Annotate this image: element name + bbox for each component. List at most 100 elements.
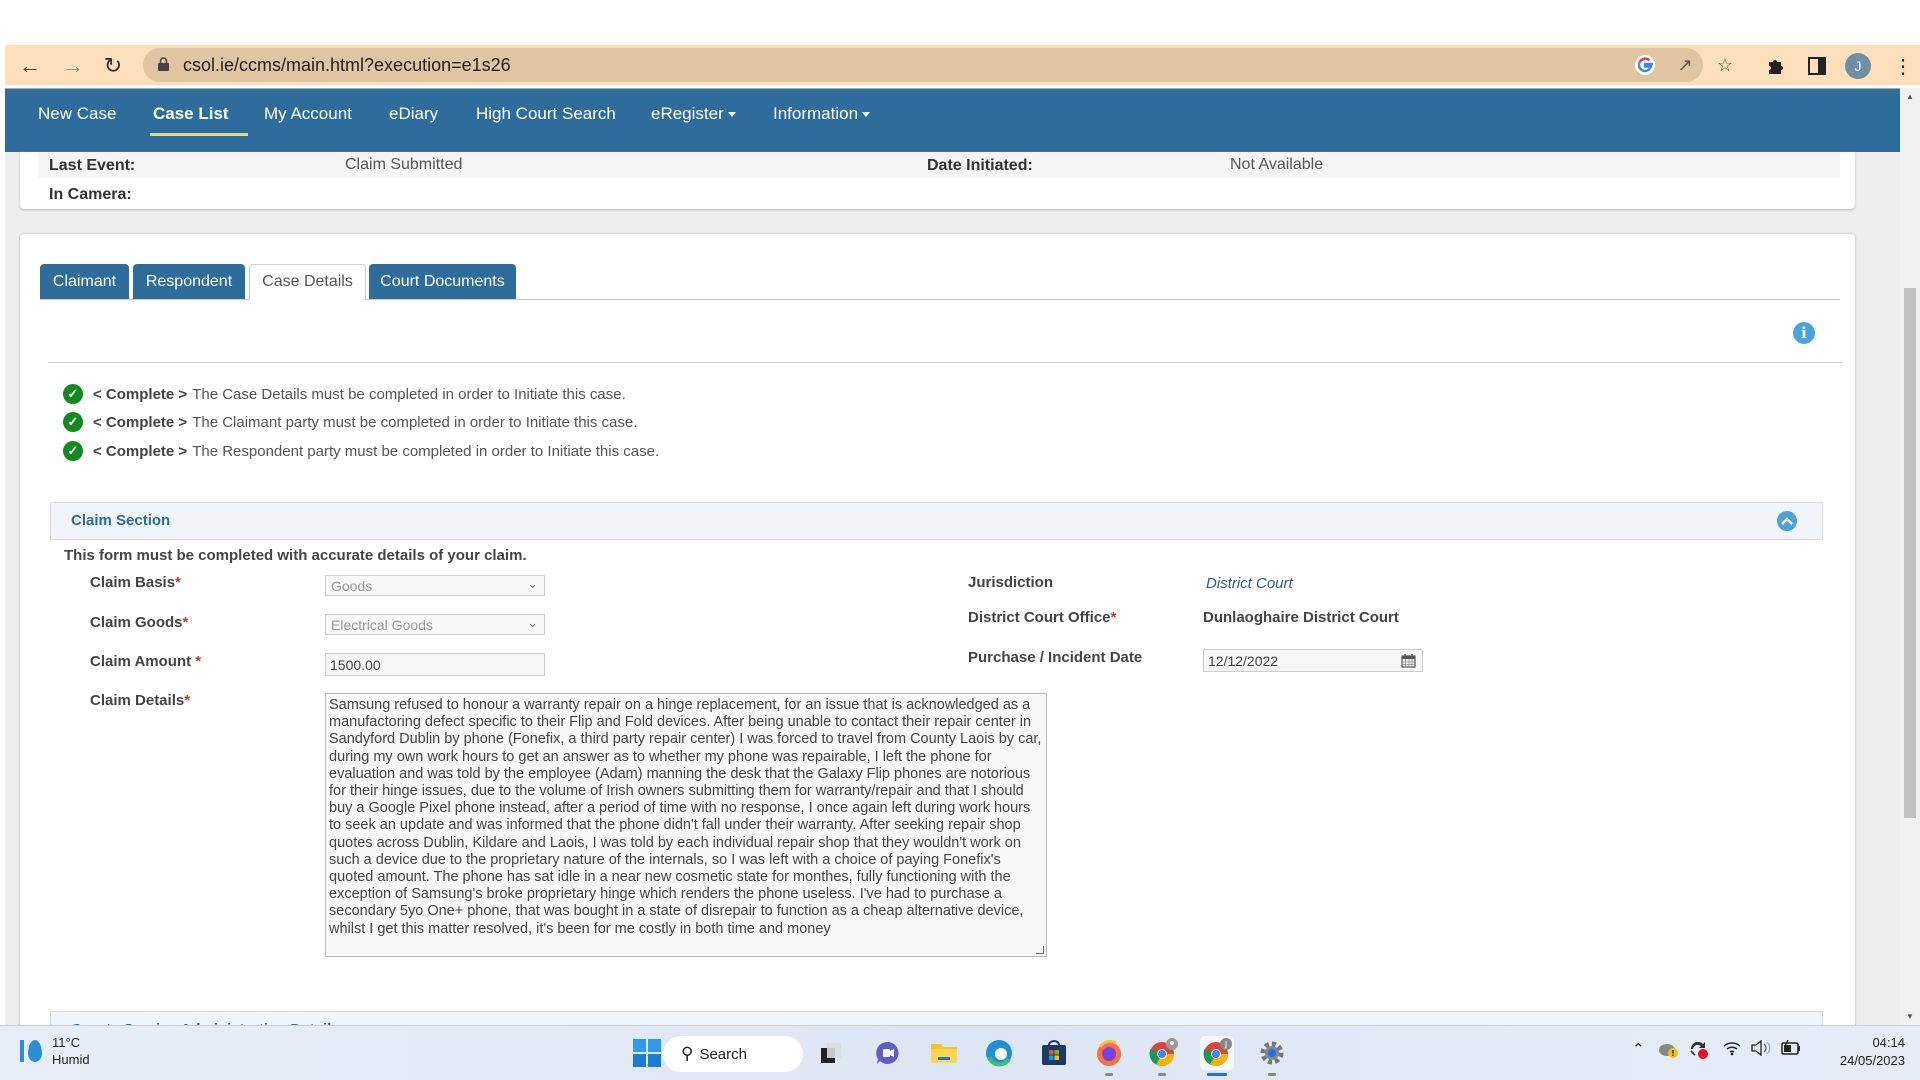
chevron-down-icon: ⌄ (527, 576, 538, 591)
required-marker: * (195, 653, 202, 670)
settings-gear-icon[interactable] (1255, 1036, 1289, 1070)
firefox-icon[interactable] (1092, 1036, 1126, 1070)
claim-details-label-text: Claim Details (90, 692, 185, 709)
chrome-active-icon[interactable]: J (1200, 1036, 1234, 1070)
nav-new-case[interactable]: New Case (38, 104, 116, 124)
nav-ediary[interactable]: eDiary (389, 104, 438, 124)
chrome-profile-icon[interactable] (1146, 1036, 1180, 1070)
battery-charging-icon[interactable] (1780, 1039, 1802, 1060)
claim-section-header[interactable]: Claim Section (50, 502, 1823, 540)
weather-widget[interactable]: 11°C Humid (20, 1034, 90, 1068)
checklist-item: ✓ < Complete > The Claimant party must b… (63, 412, 637, 432)
claim-basis-label-text: Claim Basis (90, 574, 176, 591)
bookmark-star-icon[interactable]: ☆ (1713, 53, 1737, 77)
date-initiated-value: Not Available (1230, 156, 1324, 173)
running-indicator (1105, 1073, 1113, 1076)
jurisdiction-label: Jurisdiction (968, 574, 1054, 591)
volume-icon[interactable] (1750, 1039, 1772, 1060)
checklist-status: < Complete > (93, 442, 188, 460)
teams-chat-icon[interactable] (871, 1036, 905, 1070)
nav-high-court-search[interactable]: High Court Search (476, 104, 616, 124)
wifi-icon[interactable] (1722, 1040, 1742, 1060)
active-nav-underline (150, 133, 248, 136)
edge-browser-icon[interactable] (982, 1036, 1016, 1070)
window-top-band (0, 0, 1920, 45)
claim-amount-input[interactable]: 1500.00 (325, 653, 545, 676)
claim-amount-label-text: Claim Amount (90, 653, 196, 670)
incident-date-value: 12/12/2022 (1208, 653, 1279, 669)
checklist-item: ✓ < Complete > The Respondent party must… (63, 441, 659, 461)
claim-details-text: Samsung refused to honour a warranty rep… (329, 697, 1042, 937)
tab-claimant[interactable]: Claimant (40, 264, 129, 299)
incident-date-input[interactable]: 12/12/2022 (1203, 649, 1423, 672)
chevron-up-icon[interactable] (1777, 511, 1797, 531)
scroll-up-arrow[interactable]: ▲ (1906, 92, 1914, 101)
claim-details-label: Claim Details* (90, 692, 190, 709)
windows-start-icon[interactable] (630, 1036, 664, 1070)
nav-eregister[interactable]: eRegister (651, 104, 736, 124)
active-indicator (1207, 1073, 1227, 1076)
claim-goods-select[interactable]: Electrical Goods ⌄ (325, 614, 545, 635)
scroll-down-arrow[interactable]: ▼ (1906, 1012, 1914, 1021)
running-indicator (1268, 1073, 1276, 1076)
humidity-drop-icon (28, 1040, 42, 1062)
extensions-icon[interactable] (1763, 53, 1789, 79)
clock-date: 24/05/2023 (1839, 1053, 1905, 1068)
microsoft-store-icon[interactable] (1037, 1036, 1071, 1070)
chevron-down-icon: ⌄ (527, 615, 538, 630)
last-event-label: Last Event: (49, 157, 136, 174)
nav-case-list[interactable]: Case List (153, 104, 229, 124)
svg-text:J: J (1224, 1040, 1227, 1049)
jurisdiction-value: District Court (1206, 575, 1293, 592)
claim-basis-label: Claim Basis* (90, 574, 181, 591)
info-icon[interactable]: i (1793, 322, 1815, 344)
claim-amount-label: Claim Amount * (90, 653, 201, 670)
required-marker: * (184, 692, 191, 709)
checklist-status: < Complete > (93, 385, 188, 403)
caret-down-icon (727, 112, 736, 118)
page-scrollbar[interactable]: ▲ ▼ (1900, 88, 1920, 1025)
forward-icon[interactable]: → (60, 53, 86, 79)
claim-details-textarea[interactable]: Samsung refused to honour a warranty rep… (325, 693, 1047, 957)
claim-goods-label: Claim Goods* (90, 614, 188, 631)
system-clock[interactable]: 04:14 24/05/2023 (1825, 1034, 1905, 1070)
scrollbar-thumb[interactable] (1904, 288, 1916, 818)
file-explorer-icon[interactable] (927, 1036, 961, 1070)
back-icon[interactable]: ← (17, 53, 43, 79)
taskbar-search[interactable]: ⚲ Search (663, 1036, 803, 1072)
claim-section-title: Claim Section (71, 512, 171, 529)
side-panel-icon[interactable] (1804, 53, 1830, 79)
resize-handle[interactable] (1036, 946, 1044, 954)
checklist-status: < Complete > (93, 413, 188, 431)
calendar-icon[interactable] (1401, 653, 1416, 668)
tab-case-details[interactable]: Case Details (249, 264, 366, 300)
google-icon[interactable] (1633, 53, 1657, 77)
address-bar[interactable]: csol.ie/ccms/main.html?execution=e1s26 ↗… (143, 48, 1733, 82)
show-hidden-icons-chevron-icon[interactable]: ⌃ (1632, 1040, 1645, 1058)
menu-icon[interactable]: ⋮ (1890, 53, 1916, 79)
task-view-icon[interactable] (814, 1036, 848, 1070)
nav-information[interactable]: Information (773, 104, 871, 124)
claim-basis-value: Goods (331, 578, 373, 594)
weather-desc: Humid (52, 1052, 90, 1067)
incident-date-label: Purchase / Incident Date (968, 649, 1143, 666)
onedrive-warning-icon[interactable] (1658, 1040, 1680, 1062)
case-info-panel: Last Event: Claim Submitted Date Initiat… (20, 152, 1855, 209)
sync-error-icon[interactable] (1688, 1040, 1710, 1064)
reload-icon[interactable]: ↻ (100, 53, 126, 79)
share-icon[interactable]: ↗ (1673, 53, 1697, 77)
checklist-item: ✓ < Complete > The Case Details must be … (63, 384, 626, 404)
lock-icon[interactable] (158, 57, 169, 71)
profile-avatar[interactable]: J (1845, 53, 1871, 79)
tab-respondent[interactable]: Respondent (133, 264, 245, 299)
nav-my-account[interactable]: My Account (264, 104, 352, 124)
url-text[interactable]: csol.ie/ccms/main.html?execution=e1s26 (183, 55, 511, 76)
required-marker: * (182, 614, 189, 631)
tab-court-documents[interactable]: Court Documents (369, 264, 516, 299)
checklist-text: The Claimant party must be completed in … (192, 413, 638, 431)
check-circle-icon: ✓ (63, 441, 83, 461)
search-icon: ⚲ (681, 1044, 694, 1063)
taskbar-search-label: Search (699, 1045, 747, 1063)
divider (48, 362, 1843, 363)
claim-basis-select[interactable]: Goods ⌄ (325, 575, 545, 596)
